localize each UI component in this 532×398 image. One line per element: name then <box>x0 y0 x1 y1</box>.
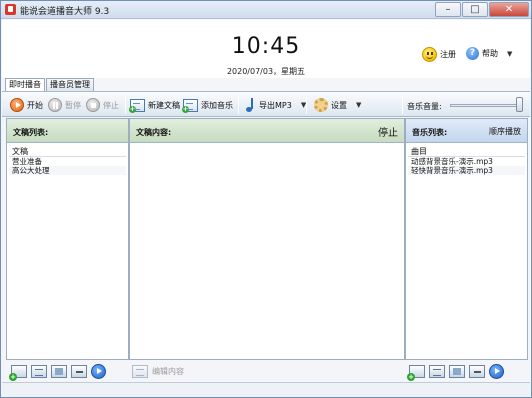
status-bar <box>2 382 530 397</box>
playback-status: 停止 <box>378 128 398 139</box>
add-music-label: 添加音乐 <box>201 100 233 110</box>
export-mp3-button[interactable]: 导出MP3 ▼ <box>246 97 306 113</box>
doc-list-panel: 文稿列表: 文稿 营业准备 高公大处理 <box>6 118 129 360</box>
doc-list: 文稿 营业准备 高公大处理 <box>7 146 128 175</box>
doc-list-header: 文稿列表: <box>7 119 128 143</box>
pause-icon <box>48 98 62 112</box>
list-item[interactable]: 营业准备 <box>9 157 126 166</box>
list-item[interactable]: 高公大处理 <box>9 166 126 175</box>
music-list-header: 音乐列表: 顺序播放 <box>406 119 527 143</box>
settings-label: 设置 <box>331 100 347 110</box>
app-icon <box>5 4 16 15</box>
doc-content-editor[interactable] <box>130 144 404 359</box>
start-button[interactable]: 开始 <box>10 97 43 113</box>
minimize-button[interactable]: – <box>435 2 461 17</box>
tab-live-broadcast[interactable]: 即时播音 <box>5 78 45 92</box>
music-list: 曲目 动感背景音乐-演示.mp3 轻快背景音乐-演示.mp3 <box>406 146 527 175</box>
tab-announcer-management[interactable]: 播音员管理 <box>46 78 94 91</box>
clock-header: 10:45 2020/07/03，星期五 注册 ? 帮助 ▼ <box>2 20 530 78</box>
import-doc-icon[interactable] <box>51 364 67 378</box>
list-item[interactable]: 轻快背景音乐-演示.mp3 <box>408 166 525 175</box>
doc-list-column-header[interactable]: 文稿 <box>9 146 126 157</box>
volume-slider-track[interactable] <box>450 104 522 107</box>
music-list-panel: 音乐列表: 顺序播放 曲目 动感背景音乐-演示.mp3 轻快背景音乐-演示.mp… <box>405 118 528 360</box>
window-controls: – □ ✕ <box>435 2 529 17</box>
play-music-icon[interactable] <box>489 363 504 379</box>
music-list-actions <box>407 361 504 381</box>
music-list-column-header[interactable]: 曲目 <box>408 146 525 157</box>
add-music-icon[interactable] <box>407 364 425 381</box>
list-item[interactable]: 动感背景音乐-演示.mp3 <box>408 157 525 166</box>
stop-label: 停止 <box>103 100 119 110</box>
edit-content-icon <box>132 365 148 378</box>
add-doc-icon[interactable] <box>9 364 27 381</box>
add-music-icon: + <box>182 98 198 113</box>
doc-content-panel: 文稿内容: 停止 <box>129 118 405 360</box>
register-label: 注册 <box>440 50 456 59</box>
volume-slider-thumb[interactable] <box>516 97 523 112</box>
volume-label: 音乐音量: <box>407 102 442 111</box>
doc-content-title: 文稿内容: <box>136 128 172 137</box>
new-doc-button[interactable]: + 新建文稿 <box>129 97 180 113</box>
window-title: 能说会道播音大师 9.3 <box>20 7 110 17</box>
date-display: 2020/07/03，星期五 <box>226 67 306 76</box>
pause-label: 暂停 <box>65 100 81 110</box>
stop-icon <box>86 98 100 112</box>
doc-list-title: 文稿列表: <box>13 128 49 137</box>
music-list-title: 音乐列表: <box>412 128 448 137</box>
edit-doc-icon[interactable] <box>31 364 47 378</box>
stop-button[interactable]: 停止 <box>86 97 119 113</box>
gear-icon <box>314 98 328 112</box>
play-icon <box>10 98 24 112</box>
doc-content-header: 文稿内容: 停止 <box>130 119 404 143</box>
delete-music-icon[interactable] <box>469 364 485 378</box>
toolbar-separator <box>306 96 307 114</box>
start-label: 开始 <box>27 100 43 110</box>
import-music-icon[interactable] <box>449 364 465 378</box>
register-link[interactable]: 注册 <box>422 47 456 62</box>
title-bar: 能说会道播音大师 9.3 – □ ✕ <box>1 1 531 19</box>
smiley-icon <box>422 47 437 62</box>
maximize-button[interactable]: □ <box>462 2 488 17</box>
pause-button[interactable]: 暂停 <box>48 97 81 113</box>
close-button[interactable]: ✕ <box>489 2 529 17</box>
edit-music-icon[interactable] <box>429 364 445 378</box>
app-window: 能说会道播音大师 9.3 – □ ✕ 10:45 2020/07/03，星期五 … <box>0 0 532 398</box>
toolbar-separator <box>238 96 239 114</box>
toolbar-separator <box>402 96 403 114</box>
help-label: 帮助 <box>482 49 498 58</box>
toolbar-separator <box>125 96 126 114</box>
export-mp3-label: 导出MP3 <box>259 100 292 110</box>
add-music-button[interactable]: + 添加音乐 <box>182 97 233 113</box>
help-menu[interactable]: ? 帮助 ▼ <box>466 47 512 60</box>
edit-content-label: 编辑内容 <box>152 367 184 376</box>
new-document-icon: + <box>129 98 145 113</box>
play-mode-selector[interactable]: 顺序播放 <box>489 126 521 137</box>
help-icon: ? <box>466 47 479 60</box>
play-doc-icon[interactable] <box>91 363 106 379</box>
main-tabs: 即时播音 播音员管理 <box>5 78 94 92</box>
delete-doc-icon[interactable] <box>71 364 87 378</box>
edit-content-button[interactable]: 编辑内容 <box>132 365 184 378</box>
chevron-down-icon: ▼ <box>507 49 513 58</box>
toolbar: 开始 暂停 停止 + 新建文稿 + 添加音乐 导出MP3 ▼ 设置 ▼ 音乐音量… <box>2 91 530 117</box>
music-note-icon <box>246 98 256 112</box>
new-doc-label: 新建文稿 <box>148 100 180 110</box>
doc-list-actions <box>9 361 106 381</box>
chevron-down-icon: ▼ <box>356 101 362 109</box>
settings-button[interactable]: 设置 ▼ <box>314 97 361 113</box>
